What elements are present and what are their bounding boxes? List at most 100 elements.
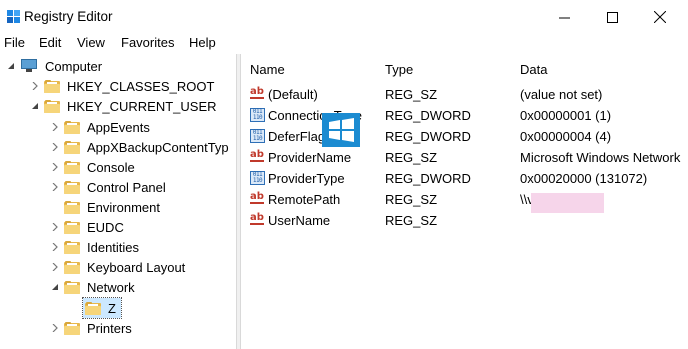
- value-name: UserName: [268, 213, 331, 228]
- binary-value-icon: 011 110: [250, 171, 266, 185]
- tree-label: Console: [87, 159, 135, 175]
- tree-node-keyboard-layout[interactable]: Keyboard Layout: [50, 257, 187, 277]
- value-name: ProviderName: [268, 150, 352, 165]
- value-name: (Default): [268, 87, 318, 102]
- expand-arrow-icon[interactable]: [50, 122, 60, 132]
- minimize-button[interactable]: [541, 0, 587, 34]
- window-title: Registry Editor: [24, 9, 113, 24]
- folder-icon: [64, 220, 80, 234]
- column-header-name[interactable]: Name: [250, 62, 285, 77]
- value-row[interactable]: ab (Default) REG_SZ (value not set): [241, 84, 688, 105]
- tree-node-control-panel[interactable]: Control Panel: [50, 177, 168, 197]
- minimize-icon: [558, 17, 570, 18]
- string-value-icon: ab: [250, 191, 264, 204]
- value-type: REG_DWORD: [385, 108, 471, 123]
- collapse-arrow-icon[interactable]: [30, 101, 40, 111]
- value-name: RemotePath: [268, 192, 341, 207]
- tree-label: EUDC: [87, 219, 124, 235]
- value-row[interactable]: ab ProviderName REG_SZ Microsoft Windows…: [241, 147, 688, 168]
- menu-help[interactable]: Help: [189, 35, 216, 50]
- tree-label: Printers: [87, 320, 132, 336]
- tree-label: Z: [108, 300, 116, 316]
- expand-arrow-icon[interactable]: [50, 162, 60, 172]
- tree-node-identities[interactable]: Identities: [50, 237, 141, 257]
- expand-arrow-icon[interactable]: [50, 142, 60, 152]
- tree-node-eudc[interactable]: EUDC: [50, 217, 126, 237]
- folder-icon: [64, 140, 80, 154]
- value-data: (value not set): [520, 87, 603, 102]
- folder-icon: [64, 240, 80, 254]
- tree-node-printers[interactable]: Printers: [50, 318, 134, 338]
- column-header-data[interactable]: Data: [520, 62, 547, 77]
- value-row[interactable]: 011 110 ConnectionType REG_DWORD 0x000000…: [241, 105, 688, 126]
- collapse-arrow-icon[interactable]: [6, 61, 16, 71]
- tree-node-appxbackupcontenttype[interactable]: AppXBackupContentTyp: [50, 137, 231, 157]
- tree-node-hkey-current-user[interactable]: HKEY_CURRENT_USER: [30, 96, 219, 116]
- expand-arrow-icon[interactable]: [50, 242, 60, 252]
- expand-arrow-icon[interactable]: [50, 262, 60, 272]
- value-data: Microsoft Windows Network: [520, 150, 681, 165]
- binary-value-icon: 011 110: [250, 129, 266, 143]
- windows-logo-icon: [322, 113, 360, 147]
- registry-editor-icon: [7, 10, 21, 24]
- value-row[interactable]: ab RemotePath REG_SZ \\ve: [241, 189, 688, 210]
- value-type: REG_SZ: [385, 150, 438, 165]
- tree-node-environment[interactable]: Environment: [50, 197, 162, 217]
- value-type: REG_DWORD: [385, 171, 471, 186]
- menu-bar: File Edit View Favorites Help: [0, 34, 688, 53]
- value-type: REG_SZ: [385, 192, 438, 207]
- value-type: REG_SZ: [385, 87, 438, 102]
- tree-label: AppEvents: [87, 119, 150, 135]
- value-data: 0x00020000 (131072): [520, 171, 648, 186]
- title-bar[interactable]: Registry Editor: [0, 0, 688, 34]
- tree-label: Network: [87, 279, 135, 295]
- tree-label: Keyboard Layout: [87, 259, 186, 275]
- maximize-button[interactable]: [589, 0, 635, 34]
- menu-favorites[interactable]: Favorites: [121, 35, 174, 50]
- values-list[interactable]: Name Type Data ab (Default) REG_SZ (valu…: [241, 54, 688, 349]
- folder-icon: [64, 260, 80, 274]
- tree-node-hkey-classes-root[interactable]: HKEY_CLASSES_ROOT: [30, 76, 216, 96]
- collapse-arrow-icon[interactable]: [50, 282, 60, 292]
- folder-icon: [64, 160, 80, 174]
- string-value-icon: ab: [250, 149, 264, 162]
- tree-label: Computer: [45, 58, 103, 74]
- folder-icon: [64, 321, 80, 335]
- value-row[interactable]: 011 110 ProviderType REG_DWORD 0x00020000…: [241, 168, 688, 189]
- registry-tree[interactable]: Computer HKEY_CLASSES_ROOT HKEY_CURRENT_…: [0, 54, 236, 349]
- column-header-type[interactable]: Type: [385, 62, 413, 77]
- expand-arrow-icon[interactable]: [50, 222, 60, 232]
- folder-icon: [64, 200, 80, 214]
- menu-file[interactable]: File: [4, 35, 25, 50]
- expand-arrow-icon[interactable]: [30, 81, 40, 91]
- tree-label: HKEY_CURRENT_USER: [67, 98, 217, 114]
- folder-open-icon: [64, 280, 80, 294]
- expand-arrow-icon[interactable]: [50, 323, 60, 333]
- value-data: 0x00000001 (1): [520, 108, 612, 123]
- maximize-icon: [606, 11, 618, 23]
- close-icon: [654, 11, 666, 23]
- tree-node-z-selected[interactable]: Z: [82, 297, 122, 319]
- folder-open-icon: [44, 99, 60, 113]
- menu-edit[interactable]: Edit: [39, 35, 61, 50]
- redacted-path-blur: [531, 193, 604, 213]
- computer-icon: [20, 59, 38, 73]
- tree-label: Environment: [87, 199, 160, 215]
- value-name: ProviderType: [268, 171, 345, 186]
- value-type: REG_SZ: [385, 213, 438, 228]
- folder-icon: [44, 79, 60, 93]
- tree-node-network[interactable]: Network: [50, 277, 137, 297]
- menu-view[interactable]: View: [77, 35, 105, 50]
- expand-arrow-icon[interactable]: [50, 182, 60, 192]
- tree-node-console[interactable]: Console: [50, 157, 137, 177]
- tree-node-appevents[interactable]: AppEvents: [50, 117, 152, 137]
- binary-value-icon: 011 110: [250, 108, 266, 122]
- tree-label: HKEY_CLASSES_ROOT: [67, 78, 215, 94]
- tree-node-computer[interactable]: Computer: [6, 56, 104, 76]
- folder-icon: [64, 180, 80, 194]
- string-value-icon: ab: [250, 86, 264, 99]
- value-row[interactable]: 011 110 DeferFlags REG_DWORD 0x00000004 (…: [241, 126, 688, 147]
- value-row[interactable]: ab UserName REG_SZ: [241, 210, 688, 231]
- close-button[interactable]: [637, 0, 683, 34]
- value-type: REG_DWORD: [385, 129, 471, 144]
